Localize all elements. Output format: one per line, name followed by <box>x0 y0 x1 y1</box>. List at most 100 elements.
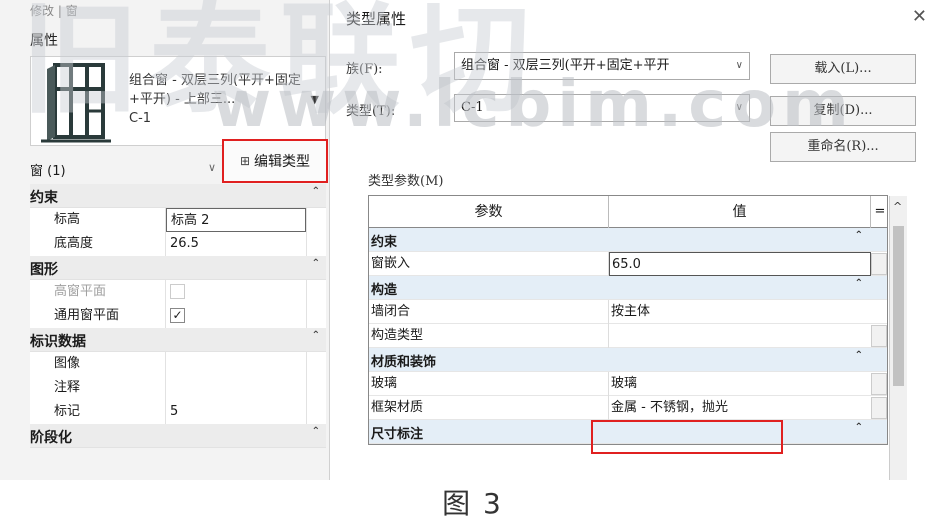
family-select[interactable]: 组合窗 - 双层三列(平开+固定+平开 ∨ <box>454 52 750 80</box>
group-label: 约束 <box>371 235 398 250</box>
scrollbar-thumb[interactable] <box>893 226 904 386</box>
group-label: 标识数据 <box>30 334 86 350</box>
type-name: 组合窗 - 双层三列(平开+固定+平开) - 上部三... C-1 <box>129 71 309 128</box>
param-edit-cell[interactable] <box>871 397 887 419</box>
param-edit-cell[interactable] <box>871 325 887 347</box>
param-edit-cell[interactable] <box>306 352 326 376</box>
group-construction[interactable]: 构造 ⌃ <box>369 276 887 300</box>
param-name: 注释 <box>30 376 166 400</box>
group-label: 尺寸标注 <box>371 427 424 442</box>
column-header-parameter[interactable]: 参数 <box>369 196 609 228</box>
param-name: 标记 <box>30 400 166 424</box>
group-label: 材质和装饰 <box>371 355 437 370</box>
group-graphics[interactable]: 图形 ⌃ <box>30 256 326 280</box>
collapse-icon[interactable]: ⌃ <box>855 278 863 289</box>
collapse-icon[interactable]: ⌃ <box>312 426 320 437</box>
grid-header: 参数 值 = <box>369 196 887 228</box>
param-name: 墙闭合 <box>369 300 609 324</box>
param-value-input[interactable]: 标高 2 <box>166 208 306 232</box>
chevron-down-icon: ∨ <box>735 102 743 113</box>
dropdown-arrow-icon[interactable]: ▼ <box>311 93 319 106</box>
edit-type-label: 编辑类型 <box>254 154 311 170</box>
table-row: 标记 5 <box>30 400 326 424</box>
family-select-value: 组合窗 - 双层三列(平开+固定+平开 <box>461 58 670 73</box>
properties-panel: 修改 | 窗 属性 组合窗 - 双层三列(平开+固定+平开) - 上部三... … <box>0 0 330 480</box>
group-constraints[interactable]: 约束 ⌃ <box>369 228 887 252</box>
param-edit-cell[interactable] <box>306 400 326 424</box>
group-label: 构造 <box>371 283 398 298</box>
load-button[interactable]: 载入(L)... <box>770 54 916 84</box>
rename-button[interactable]: 重命名(R)... <box>770 132 916 162</box>
highlight-frame-material <box>591 420 783 454</box>
param-value: ✓ <box>166 304 306 328</box>
param-value <box>166 280 306 304</box>
param-edit-cell[interactable] <box>306 232 326 256</box>
param-edit-cell <box>306 280 326 304</box>
group-constraints[interactable]: 约束 ⌃ <box>30 184 326 208</box>
chevron-down-icon[interactable]: ∨ <box>208 161 216 174</box>
param-value[interactable] <box>166 352 306 376</box>
collapse-icon[interactable]: ⌃ <box>855 350 863 361</box>
param-name: 底高度 <box>30 232 166 256</box>
collapse-icon[interactable]: ⌃ <box>312 186 320 197</box>
table-row: 窗嵌入 65.0 <box>369 252 887 276</box>
close-icon[interactable] <box>912 6 927 27</box>
edit-type-button[interactable]: ⊞ 编辑类型 <box>222 139 328 183</box>
param-name: 图像 <box>30 352 166 376</box>
param-value-input[interactable]: 65.0 <box>609 252 871 276</box>
param-name: 构造类型 <box>369 324 609 348</box>
ribbon-context-tab[interactable]: 修改 | 窗 <box>30 2 78 19</box>
column-header-value[interactable]: 值 <box>609 196 871 228</box>
param-value[interactable] <box>166 376 306 400</box>
param-name: 玻璃 <box>369 372 609 396</box>
type-select[interactable]: C-1 ∨ <box>454 94 750 122</box>
param-value[interactable] <box>609 324 871 348</box>
param-value[interactable]: 按主体 <box>609 300 871 324</box>
collapse-icon[interactable]: ⌃ <box>312 258 320 269</box>
grid-scrollbar[interactable]: ^ <box>889 196 907 480</box>
group-phasing[interactable]: 阶段化 ⌃ <box>30 424 326 448</box>
group-label: 阶段化 <box>30 430 72 446</box>
group-materials-finishes[interactable]: 材质和装饰 ⌃ <box>369 348 887 372</box>
param-value[interactable]: 金属 - 不锈钢，抛光 <box>609 396 871 420</box>
type-name-text: 组合窗 - 双层三列(平开+固定+平开) - 上部三... <box>129 73 301 107</box>
type-select-value: C-1 <box>461 100 484 115</box>
param-value[interactable]: 玻璃 <box>609 372 871 396</box>
table-row: 玻璃 玻璃 <box>369 372 887 396</box>
checkbox <box>170 284 185 299</box>
collapse-icon[interactable]: ⌃ <box>855 230 863 241</box>
instance-count: 窗 (1) <box>30 164 66 179</box>
table-row: 框架材质 金属 - 不锈钢，抛光 <box>369 396 887 420</box>
param-edit-cell[interactable] <box>306 376 326 400</box>
group-identity-data[interactable]: 标识数据 ⌃ <box>30 328 326 352</box>
scroll-up-icon[interactable]: ^ <box>893 200 902 213</box>
type-selector[interactable]: 组合窗 - 双层三列(平开+固定+平开) - 上部三... C-1 ▼ <box>30 56 326 146</box>
param-value[interactable]: 5 <box>166 400 306 424</box>
param-edit-cell[interactable] <box>871 253 887 275</box>
figure-caption: 图 3 <box>442 487 503 520</box>
checkbox[interactable]: ✓ <box>170 308 185 323</box>
param-value[interactable]: 26.5 <box>166 232 306 256</box>
table-row: 底高度 26.5 <box>30 232 326 256</box>
group-label: 约束 <box>30 190 58 206</box>
type-parameters-grid: 参数 值 = 约束 ⌃ 窗嵌入 65.0 构造 ⌃ 墙闭合 按主体 构造类型 材质和装饰… <box>368 195 888 445</box>
duplicate-button[interactable]: 复制(D)... <box>770 96 916 126</box>
table-row: 注释 <box>30 376 326 400</box>
param-name: 窗嵌入 <box>369 252 609 276</box>
type-properties-dialog: 类型属性 族(F): 组合窗 - 双层三列(平开+固定+平开 ∨ 载入(L)..… <box>340 0 945 480</box>
table-row: 构造类型 <box>369 324 887 348</box>
collapse-icon[interactable]: ⌃ <box>855 422 863 433</box>
dialog-title: 类型属性 <box>346 10 407 28</box>
table-row: 图像 <box>30 352 326 376</box>
panel-title: 属性 <box>30 33 58 49</box>
chevron-down-icon: ∨ <box>735 60 743 71</box>
instance-properties-table: 约束 ⌃ 标高 标高 2 底高度 26.5 图形 ⌃ 高窗平面 通用窗平面 ✓ 标识数据 ⌃… <box>30 184 326 448</box>
edit-type-icon: ⊞ <box>239 154 251 168</box>
param-edit-cell[interactable] <box>871 373 887 395</box>
group-label: 图形 <box>30 262 58 278</box>
param-edit-cell[interactable] <box>306 208 326 232</box>
collapse-icon[interactable]: ⌃ <box>312 330 320 341</box>
param-edit-cell[interactable] <box>306 304 326 328</box>
column-header-formula[interactable]: = <box>871 196 889 228</box>
window-preview-icon <box>41 63 111 143</box>
